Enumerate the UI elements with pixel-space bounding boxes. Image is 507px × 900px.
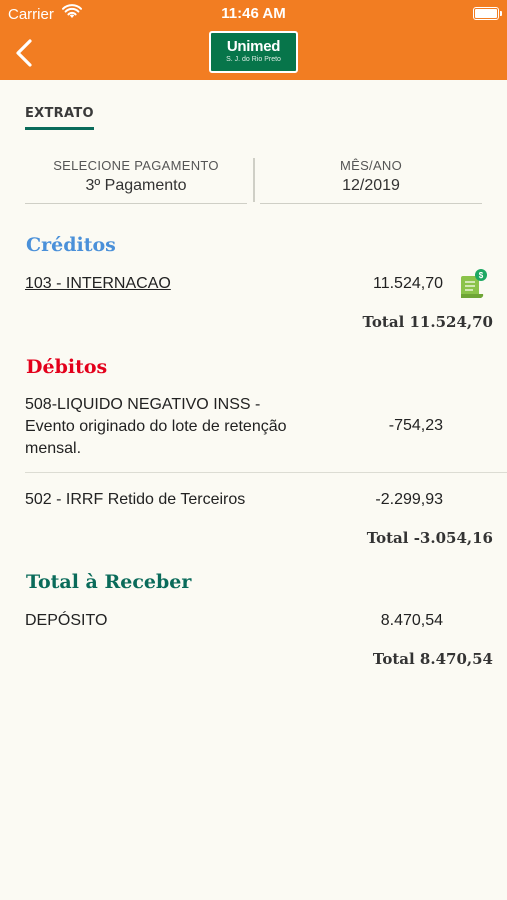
receipt-money-icon[interactable]: $ (457, 268, 489, 302)
payment-selector-label: SELECIONE PAGAMENTO (53, 158, 219, 173)
credit-item-value: 11.524,70 (373, 275, 443, 292)
deposit-value: 8.470,54 (380, 612, 443, 629)
svg-text:$: $ (479, 271, 484, 280)
selector-separator (253, 158, 255, 202)
debit-item-1-line-3: mensal. (25, 440, 82, 457)
app-header: Carrier 11:46 AM Unimed S. J. do Rio Pre… (0, 0, 507, 80)
receivable-total: Total 8.470,54 (372, 650, 493, 668)
credits-total: Total 11.524,70 (362, 313, 493, 331)
debit-item-2-value: -2.299,93 (375, 491, 443, 508)
deposit-label: DEPÓSITO (25, 612, 108, 629)
battery-icon (473, 7, 502, 20)
debit-item-1-line-1: 508-LIQUIDO NEGATIVO INSS - (25, 396, 261, 413)
debit-item-1-line-2: Evento originado do lote de retenção (25, 418, 287, 435)
back-button[interactable] (12, 38, 38, 68)
payment-selector[interactable]: SELECIONE PAGAMENTO 3º Pagamento (25, 158, 247, 204)
status-time: 11:46 AM (221, 5, 286, 22)
period-selector[interactable]: MÊS/ANO 12/2019 (260, 158, 482, 204)
debits-total: Total -3.054,16 (366, 529, 493, 547)
logo-main-text: Unimed (226, 38, 281, 55)
payment-selector-value: 3º Pagamento (85, 177, 187, 194)
period-selector-label: MÊS/ANO (339, 158, 403, 173)
period-selector-value: 12/2019 (342, 177, 400, 194)
logo-sub-text: S. J. do Rio Preto (226, 56, 281, 63)
debits-title: Débitos (26, 356, 108, 378)
unimed-logo: Unimed S. J. do Rio Preto (209, 31, 298, 73)
credit-item-label[interactable]: 103 - INTERNACAO (25, 273, 171, 295)
debit-item-2-label: 502 - IRRF Retido de Terceiros (25, 491, 246, 508)
receivable-title: Total à Receber (26, 571, 192, 593)
credits-title: Créditos (26, 234, 116, 256)
chevron-left-icon (16, 39, 32, 67)
tab-extrato[interactable]: EXTRATO (25, 106, 94, 130)
debit-item-1-value: -754,23 (388, 417, 443, 434)
debit-item-1-label: 508-LIQUIDO NEGATIVO INSS - Evento origi… (25, 394, 287, 460)
status-bar: Carrier 11:46 AM (0, 0, 507, 28)
row-divider (25, 472, 507, 473)
